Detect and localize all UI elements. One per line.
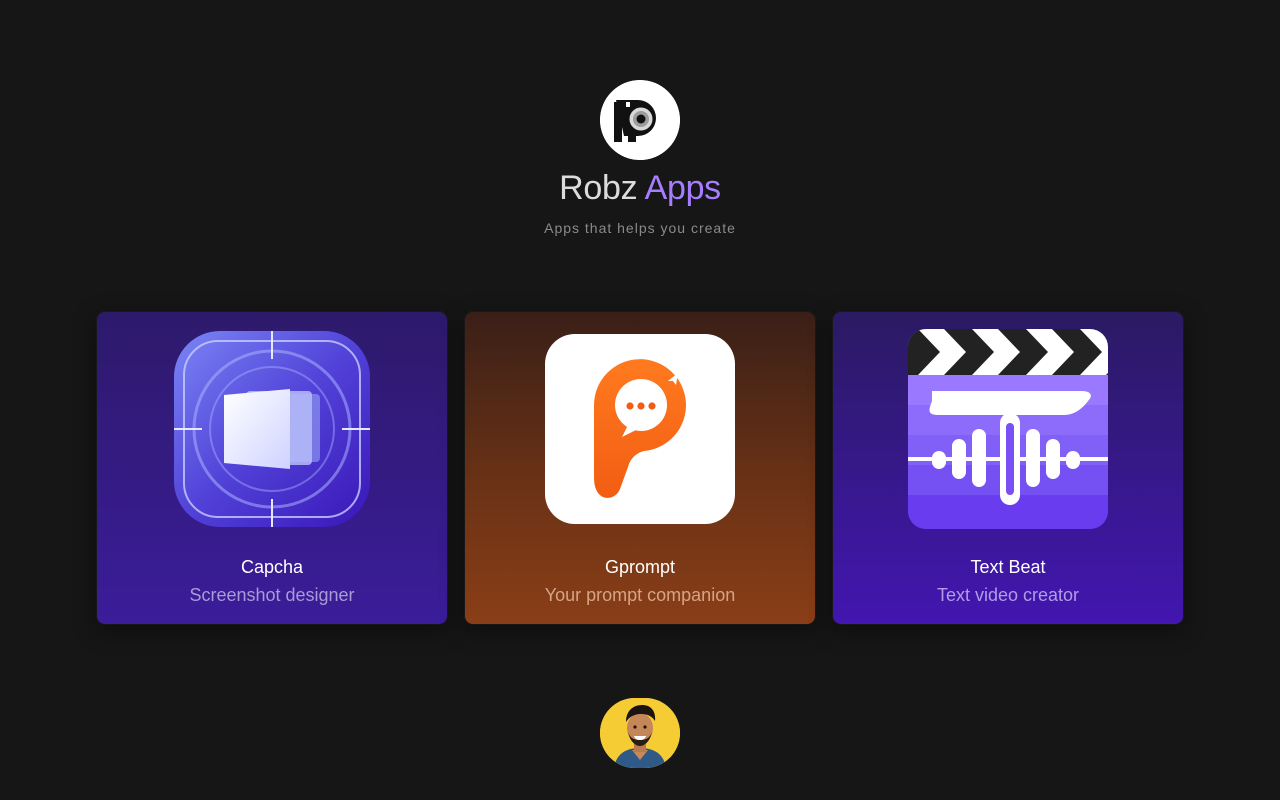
text-beat-app-icon <box>908 329 1108 529</box>
app-card-text-beat[interactable]: Text Beat Text video creator <box>833 312 1183 624</box>
page-title: Robz Apps <box>0 166 1280 210</box>
app-description: Your prompt companion <box>544 585 736 605</box>
app-name: Gprompt <box>604 557 676 577</box>
page: Robz Apps Apps that helps you create Cap… <box>0 0 1280 800</box>
page-subtitle: Apps that helps you create <box>544 220 736 236</box>
app-description: Text video creator <box>936 585 1080 605</box>
gprompt-app-icon <box>540 329 740 529</box>
app-card-capcha[interactable]: Capcha Screenshot designer <box>97 312 447 624</box>
app-name: Text Beat <box>970 557 1046 577</box>
app-card-gprompt[interactable]: Gprompt Your prompt companion <box>465 312 815 624</box>
title-main: Robz <box>559 169 638 207</box>
profile-avatar[interactable] <box>600 698 680 768</box>
app-description: Screenshot designer <box>189 585 355 605</box>
robz-logo-icon <box>600 80 680 160</box>
capcha-app-icon <box>172 329 372 529</box>
title-accent: Apps <box>644 169 722 207</box>
app-name: Capcha <box>240 557 304 577</box>
